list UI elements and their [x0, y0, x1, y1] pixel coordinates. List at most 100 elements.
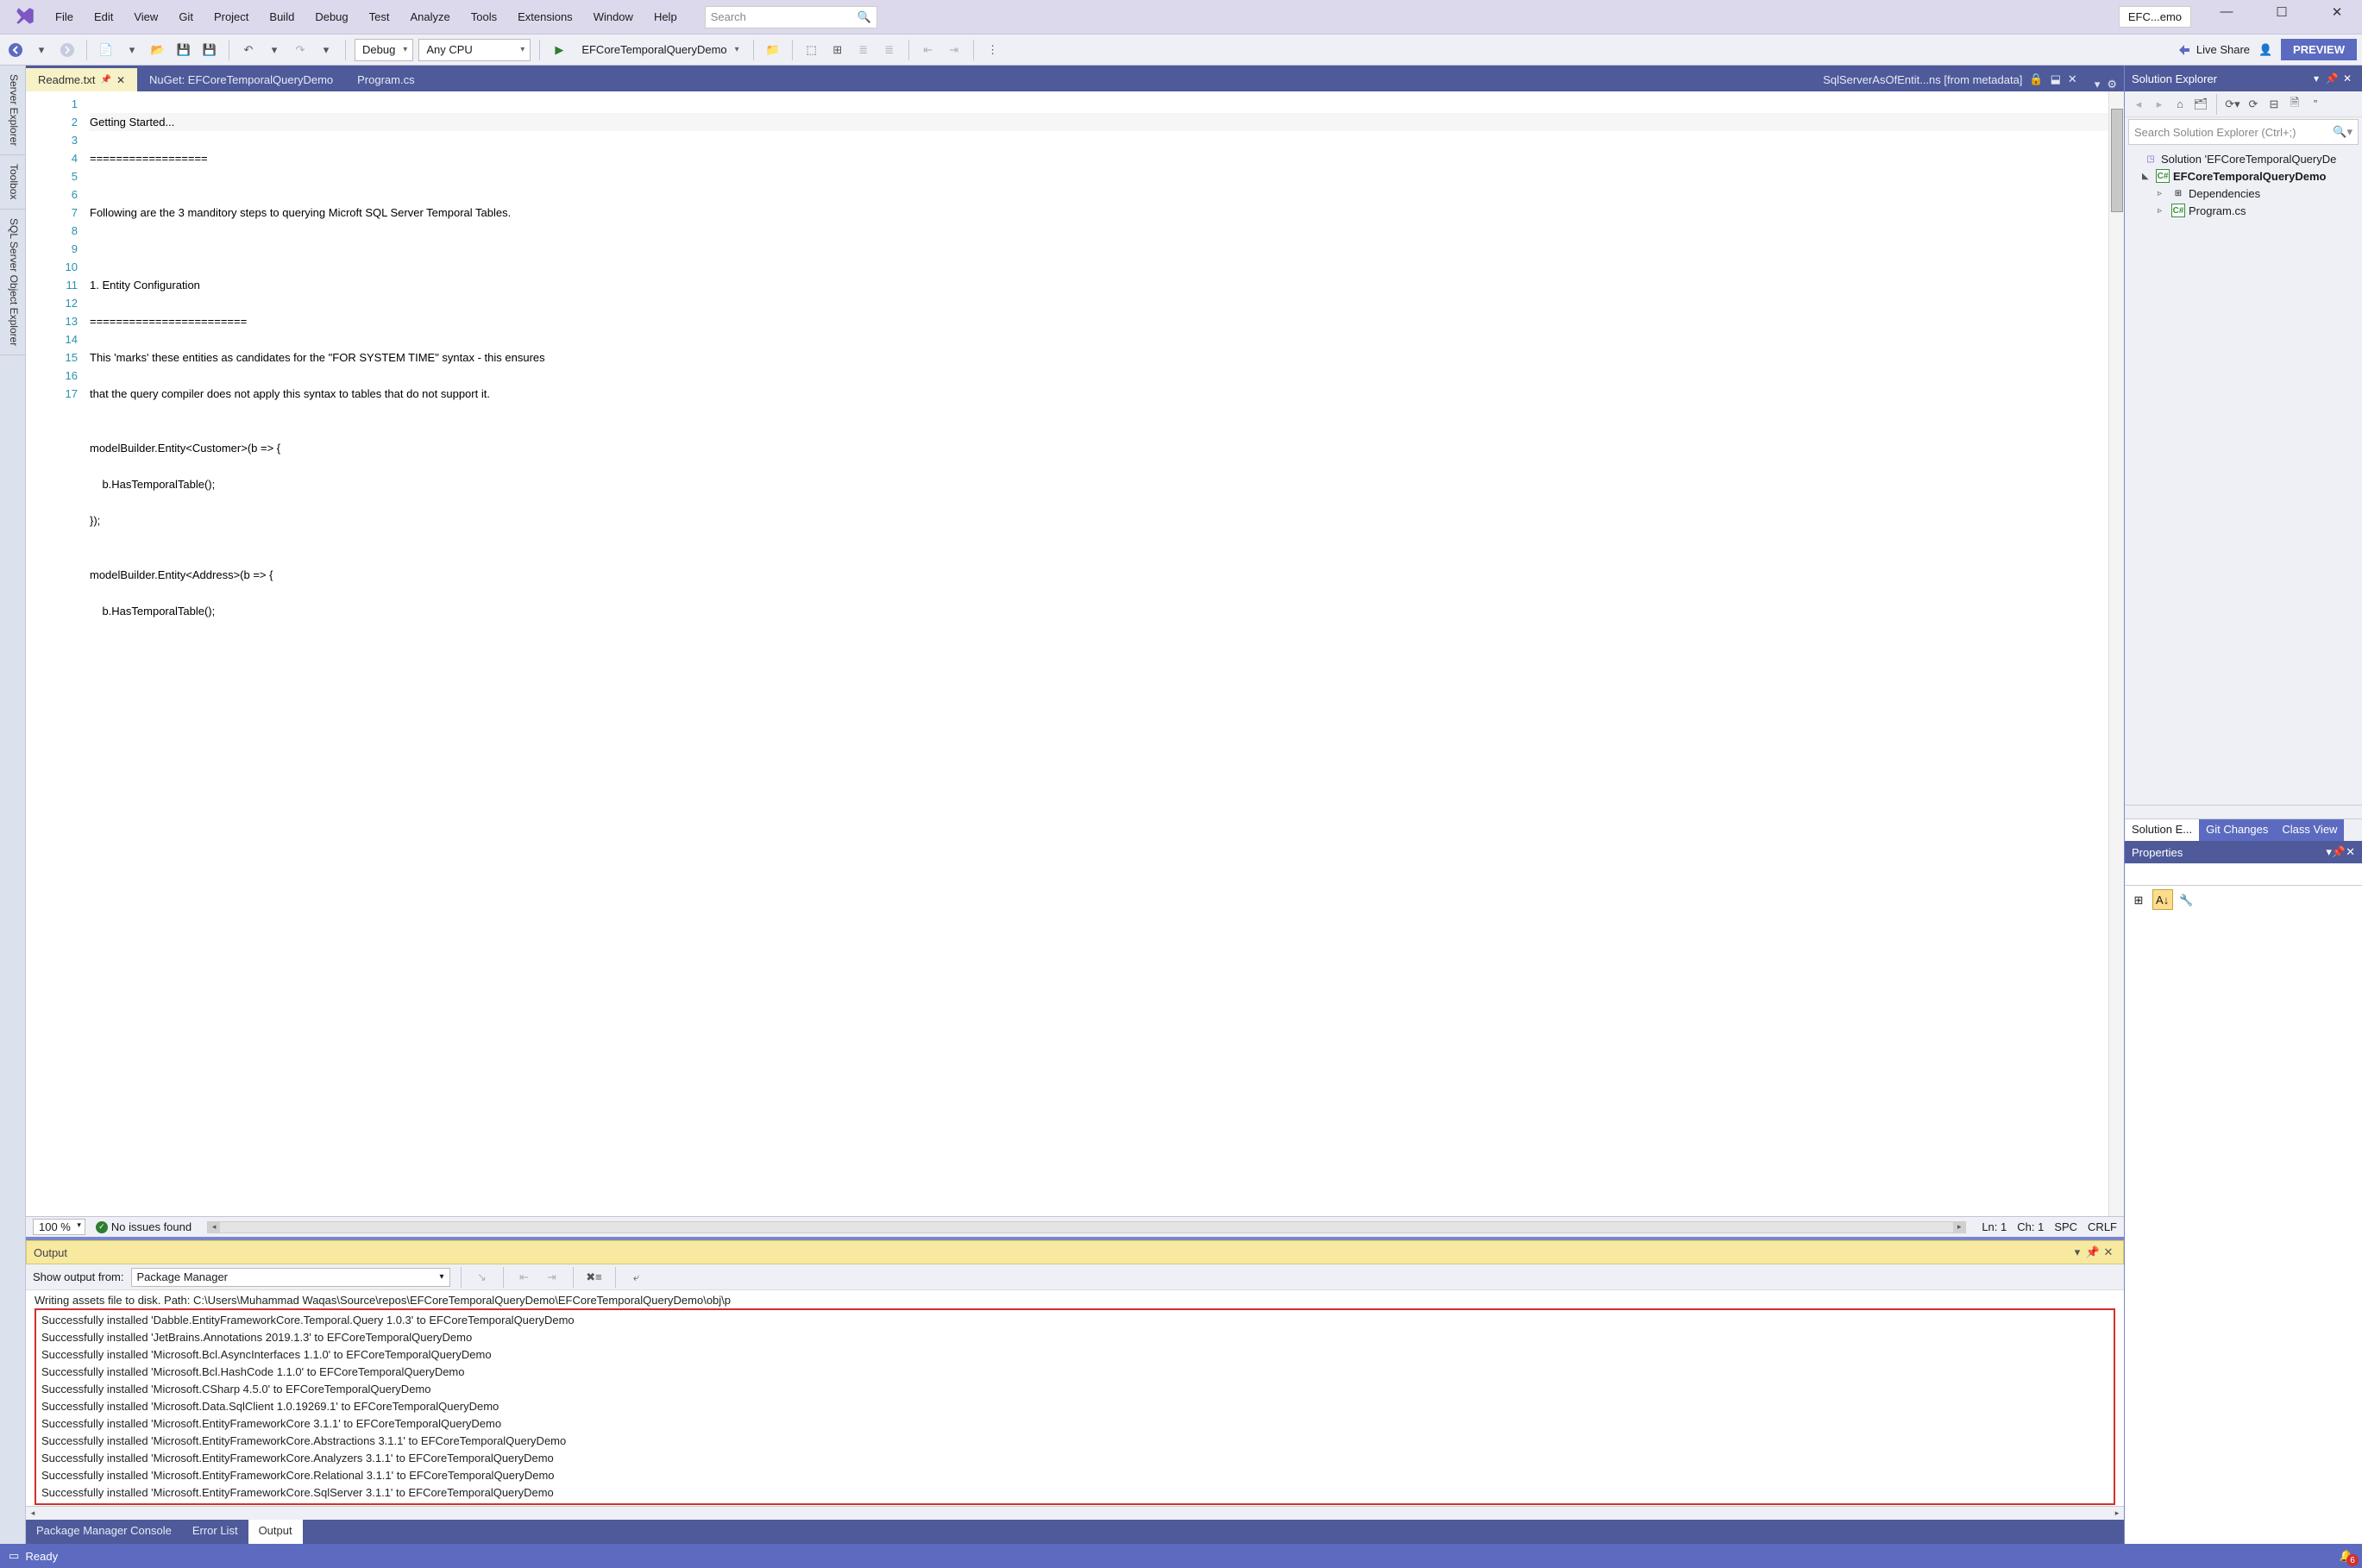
indent-icon[interactable]: ⇤: [918, 40, 939, 60]
zoom-select[interactable]: 100 %: [33, 1219, 85, 1235]
nav-forward-icon[interactable]: [57, 40, 78, 60]
close-icon[interactable]: ✕: [2346, 845, 2355, 859]
chevron-down-icon[interactable]: ▾: [31, 40, 52, 60]
properties-combo[interactable]: [2125, 863, 2362, 886]
menu-help[interactable]: Help: [644, 5, 688, 28]
account-icon[interactable]: 👤: [2255, 40, 2276, 60]
expander-icon[interactable]: ▹: [2158, 206, 2168, 216]
menu-git[interactable]: Git: [168, 5, 204, 28]
menu-file[interactable]: File: [45, 5, 84, 28]
toolbox-tab[interactable]: Toolbox: [0, 155, 25, 209]
program-file-node[interactable]: ▹ C# Program.cs: [2130, 202, 2357, 219]
tab-class-view[interactable]: Class View: [2275, 819, 2344, 841]
solution-tree[interactable]: ◳ Solution 'EFCoreTemporalQueryDe ◣ C# E…: [2125, 147, 2362, 805]
overflow-icon[interactable]: ”: [2307, 97, 2324, 110]
save-all-icon[interactable]: 💾: [199, 40, 220, 60]
chevron-down-icon[interactable]: ▾: [122, 40, 142, 60]
toggle-icon[interactable]: ⊞: [827, 40, 848, 60]
save-icon[interactable]: 💾: [173, 40, 194, 60]
menu-test[interactable]: Test: [359, 5, 400, 28]
overflow-icon[interactable]: ⋮: [983, 40, 1003, 60]
undo-icon[interactable]: ↶: [238, 40, 259, 60]
close-icon[interactable]: ✕: [2068, 72, 2077, 86]
menu-edit[interactable]: Edit: [84, 5, 123, 28]
tab-program[interactable]: Program.cs: [345, 68, 426, 91]
menu-extensions[interactable]: Extensions: [507, 5, 583, 28]
solution-explorer-scrollbar[interactable]: [2125, 805, 2362, 818]
forward-icon[interactable]: ▸: [2151, 97, 2168, 111]
wrench-icon[interactable]: 🔧: [2176, 890, 2196, 911]
switch-views-icon[interactable]: 🗂: [2192, 97, 2209, 111]
menu-project[interactable]: Project: [204, 5, 259, 28]
solution-node[interactable]: ◳ Solution 'EFCoreTemporalQueryDe: [2130, 150, 2357, 167]
promote-tab-icon[interactable]: ⬓: [2051, 72, 2061, 86]
prev-message-icon[interactable]: ⇤: [514, 1267, 535, 1288]
tab-nuget[interactable]: NuGet: EFCoreTemporalQueryDemo: [137, 68, 345, 91]
tab-readme[interactable]: Readme.txt 📌 ✕: [26, 68, 137, 91]
back-icon[interactable]: ◂: [2130, 97, 2147, 111]
preview-button[interactable]: PREVIEW: [2281, 39, 2357, 60]
pin-icon[interactable]: 📌: [100, 75, 110, 85]
tab-package-manager-console[interactable]: Package Manager Console: [26, 1520, 182, 1544]
collapse-all-icon[interactable]: ⊟: [2265, 97, 2283, 111]
code-editor[interactable]: 1234567891011121314151617 Getting Starte…: [26, 91, 2124, 1216]
config-select[interactable]: Debug: [355, 39, 413, 61]
menu-tools[interactable]: Tools: [461, 5, 507, 28]
pin-icon[interactable]: 📌: [2085, 1245, 2101, 1259]
uncomment-icon[interactable]: ≣: [879, 40, 900, 60]
tab-error-list[interactable]: Error List: [182, 1520, 248, 1544]
pin-icon[interactable]: 📌: [2324, 72, 2340, 85]
menu-analyze[interactable]: Analyze: [399, 5, 460, 28]
chevron-down-icon[interactable]: ▾: [316, 40, 336, 60]
tab-metadata[interactable]: SqlServerAsOfEntit...ns [from metadata] …: [1812, 67, 2088, 91]
tab-output[interactable]: Output: [248, 1520, 303, 1544]
goto-message-icon[interactable]: ↘: [472, 1267, 493, 1288]
expander-icon[interactable]: ◣: [2142, 172, 2152, 181]
maximize-button[interactable]: ☐: [2262, 4, 2302, 30]
menu-view[interactable]: View: [123, 5, 168, 28]
expander-icon[interactable]: ▹: [2158, 189, 2168, 198]
next-message-icon[interactable]: ⇥: [542, 1267, 562, 1288]
close-icon[interactable]: ✕: [116, 74, 125, 86]
close-icon[interactable]: ✕: [2101, 1245, 2116, 1259]
server-explorer-tab[interactable]: Server Explorer: [0, 66, 25, 155]
tab-solution-explorer[interactable]: Solution E...: [2125, 819, 2199, 841]
vertical-scrollbar[interactable]: [2108, 91, 2124, 1216]
code-content[interactable]: Getting Started... ================== Fo…: [90, 91, 2108, 1216]
gear-icon[interactable]: ⚙: [2107, 78, 2117, 91]
properties-header[interactable]: Properties ▾ 📌 ✕: [2125, 841, 2362, 863]
nav-back-icon[interactable]: [5, 40, 26, 60]
search-box[interactable]: Search 🔍: [705, 6, 877, 28]
minimize-button[interactable]: —: [2207, 4, 2246, 30]
word-wrap-icon[interactable]: ⤶: [626, 1267, 647, 1288]
output-text[interactable]: Writing assets file to disk. Path: C:\Us…: [26, 1290, 2124, 1506]
sync-icon[interactable]: ⟳▾: [2224, 97, 2241, 111]
output-source-select[interactable]: Package Manager: [131, 1268, 450, 1287]
menu-build[interactable]: Build: [259, 5, 305, 28]
output-horizontal-scrollbar[interactable]: [26, 1506, 2124, 1520]
chevron-down-icon[interactable]: ▾: [2309, 72, 2324, 85]
solution-explorer-search[interactable]: Search Solution Explorer (Ctrl+;) 🔍▾: [2128, 119, 2359, 145]
doc-outline-icon[interactable]: ⬚: [801, 40, 822, 60]
new-project-icon[interactable]: 📄: [96, 40, 116, 60]
chevron-down-icon[interactable]: ▾: [2095, 78, 2101, 91]
platform-select[interactable]: Any CPU: [418, 39, 531, 61]
find-in-files-icon[interactable]: 📁: [763, 40, 783, 60]
redo-icon[interactable]: ↷: [290, 40, 311, 60]
show-all-files-icon[interactable]: 🗎: [2286, 95, 2303, 114]
close-button[interactable]: ✕: [2317, 4, 2357, 30]
home-icon[interactable]: ⌂: [2171, 97, 2189, 110]
project-node[interactable]: ◣ C# EFCoreTemporalQueryDemo: [2130, 167, 2357, 185]
start-debug-icon[interactable]: ▶: [549, 40, 569, 60]
live-share-button[interactable]: Live Share: [2177, 43, 2250, 57]
sql-server-object-explorer-tab[interactable]: SQL Server Object Explorer: [0, 210, 25, 355]
solution-name-label[interactable]: EFC...emo: [2119, 6, 2191, 28]
open-file-icon[interactable]: 📂: [148, 40, 168, 60]
close-icon[interactable]: ✕: [2340, 72, 2355, 85]
tab-git-changes[interactable]: Git Changes: [2199, 819, 2275, 841]
notifications-button[interactable]: 🔔6: [2340, 1549, 2353, 1563]
solution-explorer-header[interactable]: Solution Explorer ▾ 📌 ✕: [2125, 66, 2362, 91]
clear-all-icon[interactable]: ✖≡: [584, 1267, 605, 1288]
menu-window[interactable]: Window: [583, 5, 644, 28]
chevron-down-icon[interactable]: ▾: [2070, 1245, 2085, 1259]
